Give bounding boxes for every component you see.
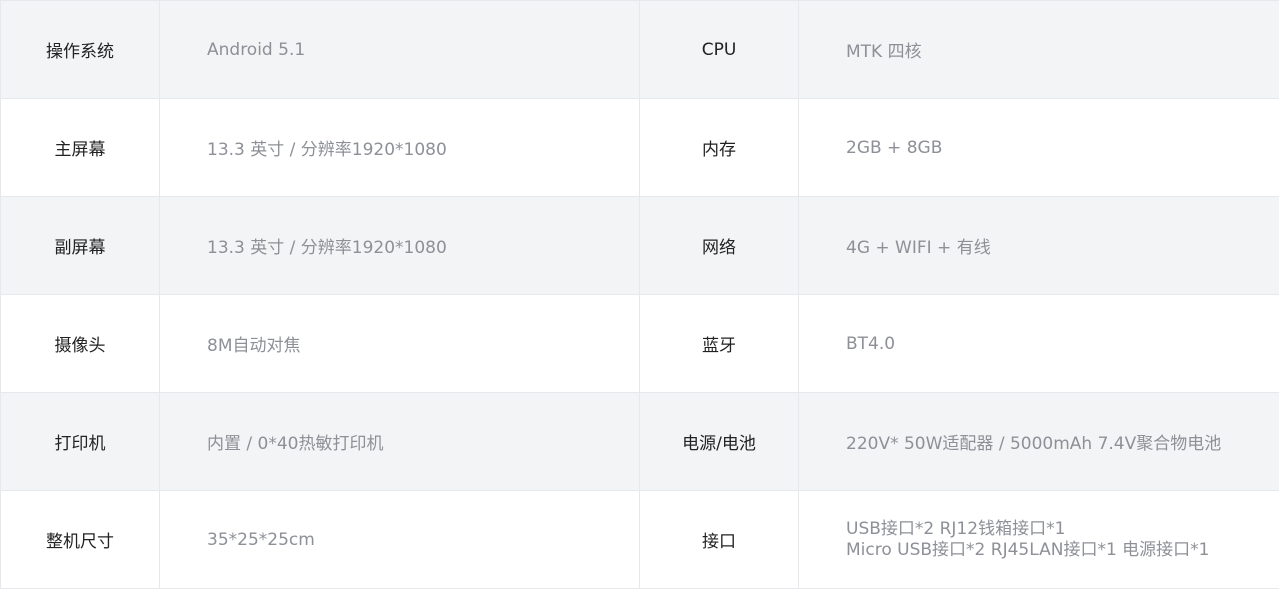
spec-value-printer: 内置 / 0*40热敏打印机 [159,392,640,491]
spec-value-main-screen: 13.3 英寸 / 分辨率1920*1080 [159,98,640,197]
spec-value-memory: 2GB + 8GB [798,98,1279,197]
spec-row-size-ports: 整机尺寸 35*25*25cm 接口 USB接口*2 RJ12钱箱接口*1 Mi… [0,490,1279,589]
spec-label-os: 操作系统 [0,0,160,99]
spec-label-ports: 接口 [639,490,799,589]
spec-row-subscreen-network: 副屏幕 13.3 英寸 / 分辨率1920*1080 网络 4G + WIFI … [0,196,1279,295]
spec-value-cpu: MTK 四核 [798,0,1279,99]
spec-value-size: 35*25*25cm [159,490,640,589]
spec-value-power: 220V* 50W适配器 / 5000mAh 7.4V聚合物电池 [798,392,1279,491]
spec-row-printer-power: 打印机 内置 / 0*40热敏打印机 电源/电池 220V* 50W适配器 / … [0,392,1279,491]
spec-value-camera: 8M自动对焦 [159,294,640,393]
spec-table: 操作系统 Android 5.1 CPU MTK 四核 主屏幕 13.3 英寸 … [0,0,1279,589]
spec-value-bluetooth: BT4.0 [798,294,1279,393]
spec-value-ports-line-1: USB接口*2 RJ12钱箱接口*1 [846,518,1066,539]
spec-label-memory: 内存 [639,98,799,197]
spec-label-sub-screen: 副屏幕 [0,196,160,295]
spec-label-bluetooth: 蓝牙 [639,294,799,393]
spec-label-size: 整机尺寸 [0,490,160,589]
spec-label-camera: 摄像头 [0,294,160,393]
spec-row-os-cpu: 操作系统 Android 5.1 CPU MTK 四核 [0,0,1279,99]
spec-value-os: Android 5.1 [159,0,640,99]
spec-value-network: 4G + WIFI + 有线 [798,196,1279,295]
spec-row-screen-memory: 主屏幕 13.3 英寸 / 分辨率1920*1080 内存 2GB + 8GB [0,98,1279,197]
spec-value-sub-screen: 13.3 英寸 / 分辨率1920*1080 [159,196,640,295]
spec-value-ports: USB接口*2 RJ12钱箱接口*1 Micro USB接口*2 RJ45LAN… [798,490,1279,589]
spec-label-printer: 打印机 [0,392,160,491]
spec-row-camera-bluetooth: 摄像头 8M自动对焦 蓝牙 BT4.0 [0,294,1279,393]
spec-label-network: 网络 [639,196,799,295]
spec-label-cpu: CPU [639,0,799,99]
spec-label-power: 电源/电池 [639,392,799,491]
spec-value-ports-line-2: Micro USB接口*2 RJ45LAN接口*1 电源接口*1 [846,539,1210,560]
spec-label-main-screen: 主屏幕 [0,98,160,197]
